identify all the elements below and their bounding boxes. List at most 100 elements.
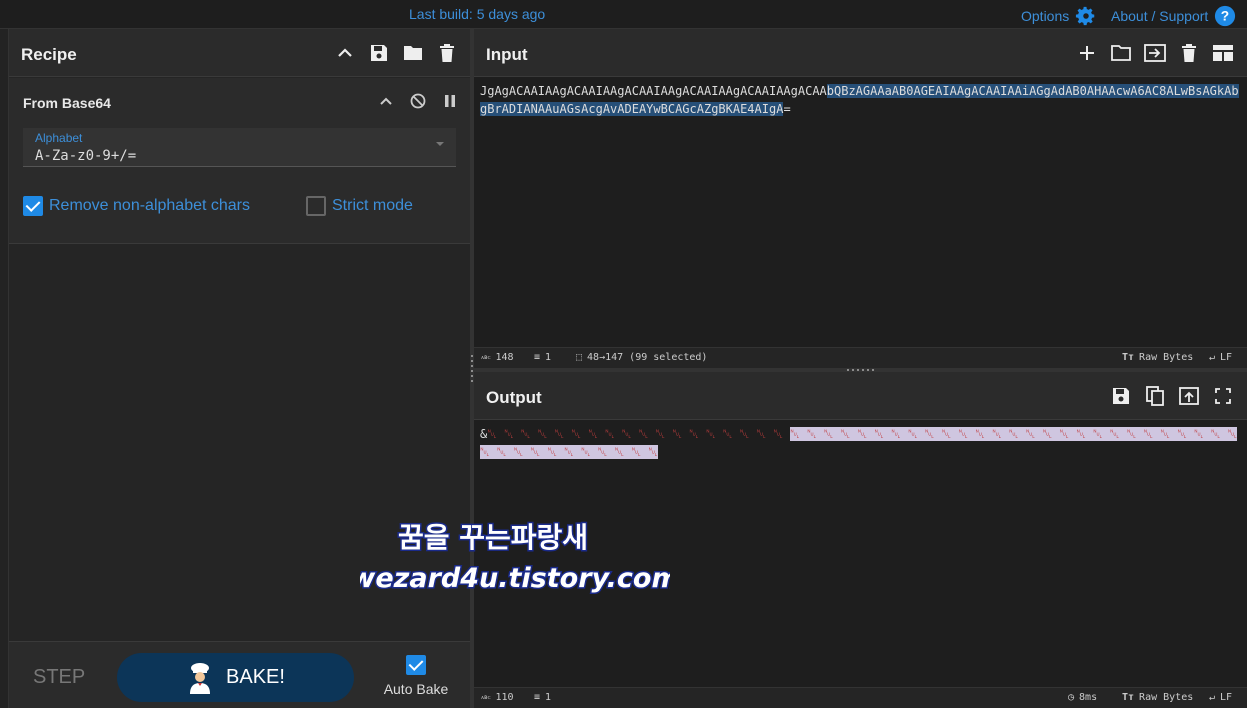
svg-text:?: ?	[1221, 9, 1229, 24]
output-text-plain: ␀ ␀ ␀ ␀ ␀ ␀ ␀ ␀ ␀ ␀ ␀ ␀ ␀ ␀ ␀ ␀ ␀ ␀	[487, 427, 790, 441]
clear-input-trash-icon[interactable]	[1178, 42, 1200, 64]
input-text-plain[interactable]: JgAgACAAIAAgACAAIAAgACAAIAAgACAAIAAgACAA…	[480, 84, 827, 98]
checkbox-checked-icon[interactable]	[23, 196, 43, 216]
output-length-value: 110	[495, 692, 514, 703]
input-selection-value: 48→147 (99 selected)	[587, 352, 708, 363]
lines-icon: ≡	[534, 352, 541, 363]
control-char-glyph: ␀	[648, 445, 658, 459]
alphabet-value[interactable]: A-Za-z0-9+/=	[35, 148, 136, 164]
dropdown-caret-icon[interactable]	[436, 142, 444, 146]
control-char-glyph: ␀	[1093, 427, 1110, 441]
collapse-chevron-icon[interactable]	[375, 90, 397, 112]
folder-icon[interactable]	[402, 42, 424, 64]
auto-bake-label[interactable]: Auto Bake	[381, 681, 451, 697]
control-char-glyph: ␀	[924, 427, 942, 441]
control-char-glyph: ␀	[513, 445, 531, 459]
control-char-glyph: ␀	[605, 427, 622, 441]
input-raw-bytes-label[interactable]: Raw Bytes	[1139, 352, 1193, 363]
gear-icon[interactable]	[1075, 5, 1097, 27]
auto-bake-checkbox[interactable]: Auto Bake	[381, 655, 451, 697]
recipe-toolbar	[334, 42, 458, 64]
chevron-up-icon[interactable]	[334, 42, 356, 64]
about-support-link[interactable]: About / Support ?	[1111, 5, 1236, 27]
control-char-glyph: ␀	[907, 427, 925, 441]
copy-icon[interactable]	[1144, 385, 1166, 407]
control-char-glyph: ␀	[1126, 427, 1144, 441]
help-icon[interactable]: ?	[1214, 5, 1236, 27]
trash-icon[interactable]	[436, 42, 458, 64]
control-char-glyph: ␀	[1025, 427, 1043, 441]
pause-icon[interactable]	[439, 90, 461, 112]
control-char-glyph: ␀	[487, 427, 505, 441]
output-eol[interactable]: ↵ LF	[1209, 692, 1232, 703]
output-eol-label[interactable]: LF	[1220, 692, 1232, 703]
control-char-glyph: ␀	[504, 427, 521, 441]
control-char-glyph: ␀	[840, 427, 858, 441]
checkbox-unchecked-icon[interactable]	[306, 196, 326, 216]
input-eol[interactable]: ↵ LF	[1209, 352, 1232, 363]
open-folder-icon[interactable]	[1110, 42, 1132, 64]
control-char-glyph: ␀	[1227, 427, 1238, 441]
input-header: Input	[474, 29, 1247, 77]
control-char-glyph: ␀	[655, 427, 673, 441]
strict-mode-checkbox[interactable]: Strict mode	[306, 196, 413, 216]
output-length: ᴀʙᴄ 110	[481, 692, 514, 703]
text-format-icon: Tт	[1122, 692, 1135, 703]
control-char-glyph: ␀	[496, 445, 514, 459]
remove-non-alphabet-checkbox[interactable]: Remove non-alphabet chars	[23, 196, 250, 216]
input-eol-label[interactable]: LF	[1220, 352, 1232, 363]
layout-icon[interactable]	[1212, 42, 1234, 64]
input-lines: ≡ 1	[534, 352, 551, 363]
output-lines: ≡ 1	[534, 692, 551, 703]
control-char-glyph: ␀	[597, 445, 615, 459]
remove-non-alphabet-label[interactable]: Remove non-alphabet chars	[49, 197, 250, 215]
bake-label[interactable]: BAKE!	[226, 666, 285, 689]
return-icon: ↵	[1209, 352, 1216, 363]
control-char-glyph: ␀	[689, 427, 706, 441]
control-char-glyph: ␀	[891, 427, 908, 441]
control-char-glyph: ␀	[1008, 427, 1026, 441]
options-link[interactable]: Options	[1021, 5, 1097, 27]
watermark-line1: 꿈을 꾸는파랑새	[398, 521, 588, 554]
control-char-glyph: ␀	[614, 445, 632, 459]
operation-title: From Base64	[23, 95, 111, 111]
bake-button[interactable]: BAKE!	[117, 653, 354, 702]
control-char-glyph: ␀	[874, 427, 892, 441]
options-label[interactable]: Options	[1021, 8, 1069, 24]
maximize-icon[interactable]	[1212, 385, 1234, 407]
output-raw-bytes[interactable]: Tт Raw Bytes	[1122, 692, 1193, 703]
control-char-glyph: ␀	[1160, 427, 1178, 441]
add-tab-icon[interactable]	[1076, 42, 1098, 64]
input-text-tail[interactable]: =	[783, 102, 790, 116]
save-icon[interactable]	[368, 42, 390, 64]
control-char-glyph: ␀	[722, 427, 740, 441]
disable-icon[interactable]	[407, 90, 429, 112]
save-output-icon[interactable]	[1110, 385, 1132, 407]
operations-panel-edge	[0, 29, 9, 708]
control-char-glyph: ␀	[1210, 427, 1228, 441]
open-file-icon[interactable]	[1144, 42, 1166, 64]
control-char-glyph: ␀	[1059, 427, 1077, 441]
output-text-area[interactable]: &␀ ␀ ␀ ␀ ␀ ␀ ␀ ␀ ␀ ␀ ␀ ␀ ␀ ␀ ␀ ␀ ␀ ␀ ␀ ␀…	[480, 425, 1242, 461]
recipe-title: Recipe	[21, 45, 77, 64]
from-base64-operation: From Base64 Alphabet A-Za-z0-9+/= Remove…	[9, 78, 470, 244]
input-panel: Input JgAgACAAIAAgACAAIAAgACAAIAAgACAAIA…	[474, 29, 1247, 368]
control-char-glyph: ␀	[621, 427, 639, 441]
lines-icon: ≡	[534, 692, 541, 703]
strict-mode-label[interactable]: Strict mode	[332, 197, 413, 215]
input-text-area[interactable]: JgAgACAAIAAgACAAIAAgACAAIAAgACAAIAAgACAA…	[480, 82, 1242, 118]
input-status-bar: ᴀʙᴄ 148 ≡ 1 ⬚ 48→147 (99 selected) Tт Raw By…	[474, 347, 1247, 368]
about-label[interactable]: About / Support	[1111, 8, 1208, 24]
control-char-glyph: ␀	[564, 445, 581, 459]
output-raw-bytes-label[interactable]: Raw Bytes	[1139, 692, 1193, 703]
input-raw-bytes[interactable]: Tт Raw Bytes	[1122, 352, 1193, 363]
output-status-bar: ᴀʙᴄ 110 ≡ 1 ◷ 8ms Tт Raw Bytes ↵ LF	[474, 687, 1247, 708]
clock-icon: ◷	[1068, 692, 1075, 703]
alphabet-select[interactable]: Alphabet A-Za-z0-9+/=	[23, 128, 456, 167]
control-char-glyph: ␀	[1194, 427, 1211, 441]
control-char-glyph: ␀	[941, 427, 959, 441]
return-icon: ↵	[1209, 692, 1216, 703]
step-button[interactable]: STEP	[33, 666, 85, 689]
replace-input-icon[interactable]	[1178, 385, 1200, 407]
auto-bake-checked-icon[interactable]	[406, 655, 426, 675]
